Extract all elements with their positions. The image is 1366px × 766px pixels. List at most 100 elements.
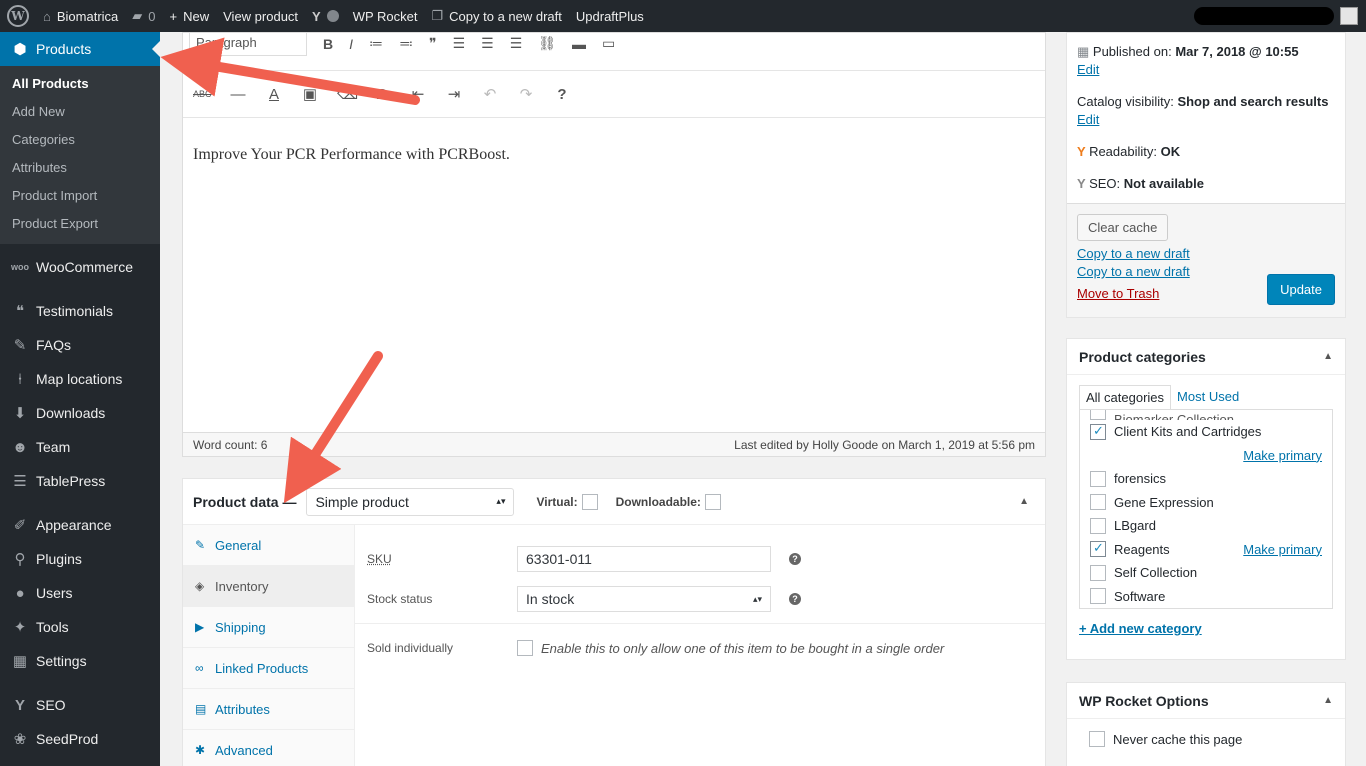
sidebar-item-seedprod[interactable]: ❀ SeedProd	[0, 722, 160, 756]
copy-draft-link-1[interactable]: Copy to a new draft	[1077, 245, 1335, 263]
tab-inventory[interactable]: ◈ Inventory	[183, 566, 354, 607]
collapse-toggle-icon[interactable]: ▲	[1323, 351, 1333, 362]
new-content-link[interactable]: + New	[163, 0, 217, 32]
make-primary-link[interactable]: Make primary	[1243, 448, 1322, 463]
submenu-all-products[interactable]: All Products	[0, 70, 160, 98]
yoast-menu[interactable]: Y	[305, 0, 346, 32]
catalog-label: Catalog visibility:	[1077, 94, 1178, 109]
sold-individually-description: Enable this to only allow one of this it…	[541, 640, 945, 656]
toolbar-toggle-icon[interactable]: ▭	[602, 35, 615, 52]
align-center-icon[interactable]: ☰	[481, 35, 494, 52]
tab-general[interactable]: ✎ General	[183, 525, 354, 566]
bold-icon[interactable]: B	[323, 36, 333, 52]
sidebar-item-products[interactable]: ⬢ Products	[0, 32, 160, 66]
align-left-icon[interactable]: ☰	[453, 35, 466, 52]
redo-icon[interactable]: ↷	[517, 85, 535, 103]
sidebar-item-seo[interactable]: Y SEO	[0, 688, 160, 722]
account-menu[interactable]	[1194, 7, 1366, 25]
sidebar-item-woocommerce[interactable]: woo WooCommerce	[0, 250, 160, 284]
category-checkbox[interactable]	[1090, 588, 1106, 605]
sidebar-item-plugins[interactable]: ⚲ Plugins	[0, 542, 160, 576]
sku-input[interactable]: 63301-011	[517, 546, 771, 572]
sidebar-item-label: Appearance	[36, 517, 112, 533]
make-primary-link[interactable]: Make primary	[1243, 542, 1322, 557]
collapse-toggle-icon[interactable]: ▲	[1019, 496, 1029, 507]
submenu-product-export[interactable]: Product Export	[0, 210, 160, 238]
sidebar-item-testimonials[interactable]: ❝ Testimonials	[0, 294, 160, 328]
sidebar-item-appearance[interactable]: ✐ Appearance	[0, 508, 160, 542]
align-right-icon[interactable]: ☰	[510, 35, 523, 52]
sidebar-item-users[interactable]: ● Users	[0, 576, 160, 610]
add-new-category-link[interactable]: + Add new category	[1079, 621, 1345, 636]
sidebar-item-faqs[interactable]: ✎ FAQs	[0, 328, 160, 362]
tab-label: Inventory	[215, 578, 269, 594]
clear-cache-button[interactable]: Clear cache	[1077, 214, 1169, 241]
category-checkbox[interactable]	[1090, 470, 1106, 487]
help-icon[interactable]: ?	[789, 553, 801, 565]
category-checkbox[interactable]	[1090, 410, 1106, 420]
indent-icon[interactable]: ⇥	[445, 85, 463, 103]
tab-advanced[interactable]: ✱ Advanced	[183, 730, 354, 766]
editor-content[interactable]: Improve Your PCR Performance with PCRBoo…	[183, 117, 1045, 433]
edit-date-link[interactable]: Edit	[1077, 62, 1099, 77]
sidebar-item-tools[interactable]: ✦ Tools	[0, 610, 160, 644]
virtual-checkbox[interactable]	[581, 493, 598, 510]
sidebar-item-tablepress[interactable]: ☰ TablePress	[0, 464, 160, 498]
tab-shipping[interactable]: ▶ Shipping	[183, 607, 354, 648]
download-icon: ⬇	[13, 405, 27, 422]
product-type-value: Simple product	[315, 493, 409, 510]
format-select[interactable]: Paragraph	[189, 33, 307, 56]
updraft-link[interactable]: UpdraftPlus	[569, 0, 651, 32]
sidebar-item-downloads[interactable]: ⬇ Downloads	[0, 396, 160, 430]
undo-icon[interactable]: ↶	[481, 85, 499, 103]
collapse-toggle-icon[interactable]: ▲	[1323, 695, 1333, 706]
link-icon[interactable]: ⛓	[538, 35, 556, 52]
blockquote-icon[interactable]: ❞	[429, 35, 437, 52]
strikethrough-icon[interactable]: ABC	[193, 89, 212, 99]
category-checkbox[interactable]	[1090, 517, 1106, 534]
clear-formatting-icon[interactable]: ⌫	[337, 85, 358, 103]
submenu-categories[interactable]: Categories	[0, 126, 160, 154]
more-tag-icon[interactable]: ▬	[572, 36, 586, 52]
tab-attributes[interactable]: ▤ Attributes	[183, 689, 354, 730]
numbered-list-icon[interactable]: ≕	[399, 35, 413, 52]
view-product-link[interactable]: View product	[216, 0, 305, 32]
sidebar-item-settings[interactable]: ▦ Settings	[0, 644, 160, 678]
help-icon[interactable]: ?	[553, 86, 571, 103]
category-checkbox[interactable]	[1090, 494, 1106, 511]
comments-link[interactable]: ▰ 0	[125, 0, 162, 32]
wp-rocket-link[interactable]: WP Rocket	[346, 0, 425, 32]
sidebar-item-map-locations[interactable]: ⍿ Map locations	[0, 362, 160, 396]
bullet-list-icon[interactable]: ≔	[369, 35, 383, 52]
submenu-attributes[interactable]: Attributes	[0, 154, 160, 182]
category-checkbox[interactable]	[1090, 564, 1106, 581]
text-color-icon[interactable]: A	[265, 86, 283, 103]
stock-status-select[interactable]: In stock ▴▾	[517, 586, 771, 612]
sidebar-item-team[interactable]: ☻ Team	[0, 430, 160, 464]
submenu-product-import[interactable]: Product Import	[0, 182, 160, 210]
outdent-icon[interactable]: ⇤	[409, 85, 427, 103]
stock-status-label: Stock status	[367, 592, 433, 606]
admin-bar: W ⌂ Biomatrica ▰ 0 + New View product Y WP …	[0, 0, 1366, 32]
product-type-select[interactable]: Simple product ▴▾	[306, 487, 515, 516]
tab-most-used[interactable]: Most Used	[1171, 385, 1246, 409]
edit-catalog-link[interactable]: Edit	[1077, 112, 1099, 127]
house-icon: ⌂	[43, 8, 51, 24]
category-checkbox[interactable]	[1090, 423, 1106, 440]
special-character-icon[interactable]: Ω	[373, 86, 391, 103]
copy-draft-link[interactable]: ❐ Copy to a new draft	[425, 0, 569, 32]
site-name-link[interactable]: ⌂ Biomatrica	[36, 0, 125, 32]
sold-individually-checkbox[interactable]	[517, 640, 533, 656]
wordpress-logo[interactable]: W	[0, 0, 36, 32]
downloadable-checkbox[interactable]	[704, 493, 721, 510]
update-button[interactable]: Update	[1267, 274, 1335, 305]
category-checkbox[interactable]	[1090, 540, 1106, 558]
tab-all-categories[interactable]: All categories	[1079, 385, 1172, 409]
tab-linked-products[interactable]: ∞ Linked Products	[183, 648, 354, 689]
paste-text-icon[interactable]: ▣	[301, 85, 319, 103]
never-cache-checkbox[interactable]	[1089, 731, 1105, 747]
horizontal-line-icon[interactable]: —	[229, 86, 247, 103]
help-icon[interactable]: ?	[789, 593, 801, 605]
submenu-add-new[interactable]: Add New	[0, 98, 160, 126]
italic-icon[interactable]: I	[349, 36, 353, 52]
